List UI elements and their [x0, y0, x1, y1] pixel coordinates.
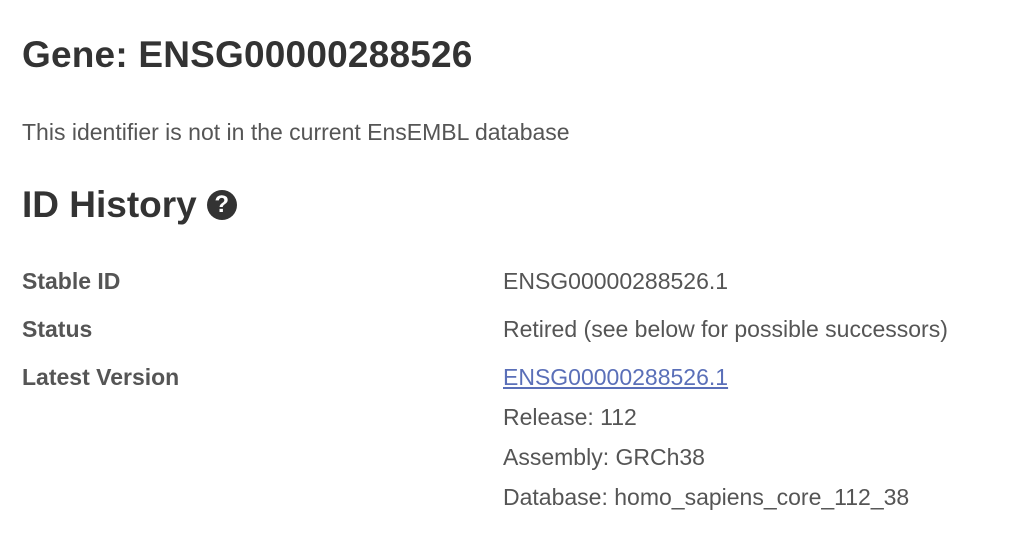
latest-version-link[interactable]: ENSG00000288526.1	[503, 364, 728, 390]
assembly-value: Assembly: GRCh38	[503, 444, 705, 470]
id-history-heading-text: ID History	[22, 184, 197, 225]
status-value: Retired (see below for possible successo…	[503, 316, 948, 342]
release-value: Release: 112	[503, 404, 637, 430]
not-current-notice: This identifier is not in the current En…	[22, 119, 570, 145]
stable-id-label: Stable ID	[22, 268, 121, 294]
latest-version-value: ENSG00000288526.1	[503, 364, 728, 391]
database-value: Database: homo_sapiens_core_112_38	[503, 484, 910, 510]
latest-version-label: Latest Version	[22, 364, 180, 390]
stable-id-value: ENSG00000288526.1	[503, 268, 729, 294]
status-label: Status	[22, 316, 93, 342]
page-title: Gene: ENSG00000288526	[22, 34, 473, 75]
id-history-heading: ID History ?	[22, 184, 237, 226]
help-icon[interactable]: ?	[206, 190, 237, 220]
